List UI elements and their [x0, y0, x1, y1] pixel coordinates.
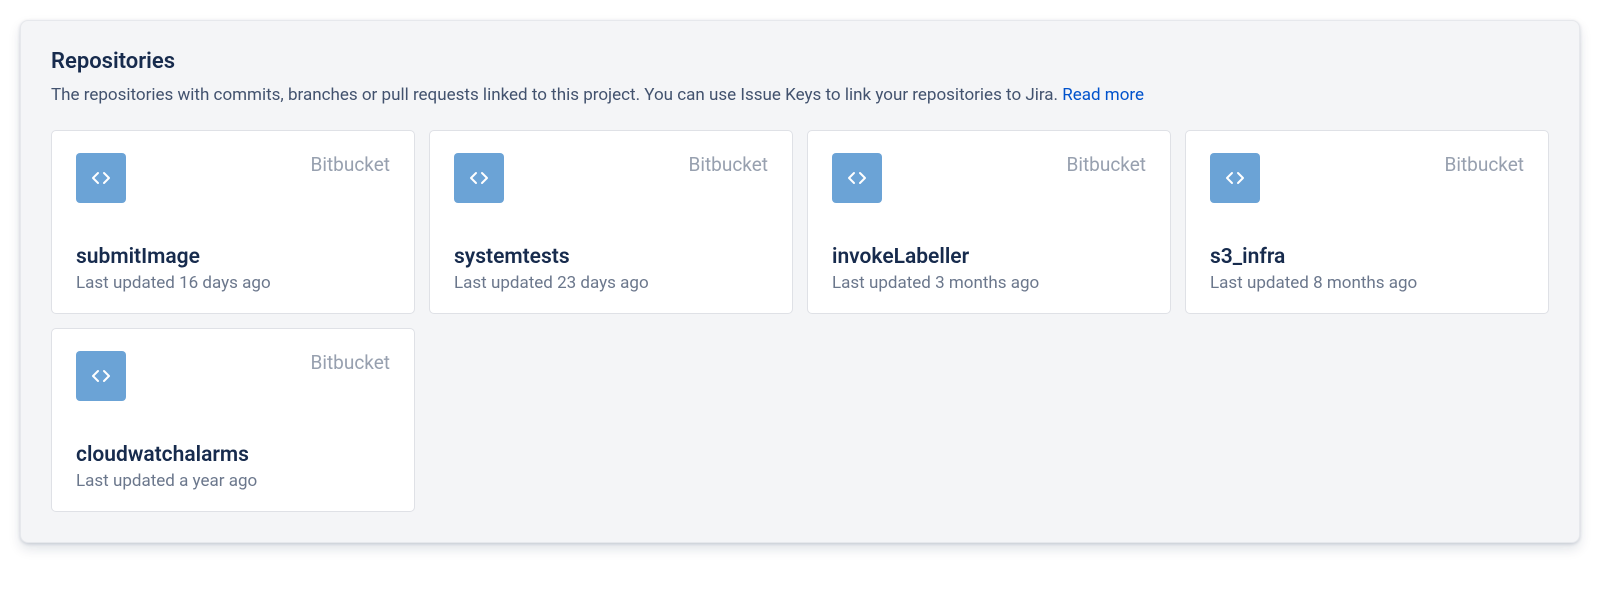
- code-icon: [454, 153, 504, 203]
- read-more-link[interactable]: Read more: [1062, 85, 1144, 105]
- repositories-grid: Bitbucket submitImage Last updated 16 da…: [51, 130, 1549, 512]
- repositories-panel: Repositories The repositories with commi…: [20, 20, 1580, 543]
- card-header: Bitbucket: [76, 351, 390, 401]
- repository-updated: Last updated 16 days ago: [76, 273, 390, 293]
- repository-updated: Last updated 3 months ago: [832, 273, 1146, 293]
- repository-card[interactable]: Bitbucket s3_infra Last updated 8 months…: [1185, 130, 1549, 314]
- panel-title: Repositories: [51, 49, 1549, 74]
- code-icon: [832, 153, 882, 203]
- repository-card[interactable]: Bitbucket invokeLabeller Last updated 3 …: [807, 130, 1171, 314]
- provider-label: Bitbucket: [1067, 153, 1147, 176]
- card-header: Bitbucket: [832, 153, 1146, 203]
- card-header: Bitbucket: [1210, 153, 1524, 203]
- card-header: Bitbucket: [454, 153, 768, 203]
- code-icon: [76, 153, 126, 203]
- repository-updated: Last updated 8 months ago: [1210, 273, 1524, 293]
- code-icon: [1210, 153, 1260, 203]
- provider-label: Bitbucket: [689, 153, 769, 176]
- code-icon: [76, 351, 126, 401]
- panel-description-text: The repositories with commits, branches …: [51, 85, 1062, 105]
- repository-card[interactable]: Bitbucket systemtests Last updated 23 da…: [429, 130, 793, 314]
- repository-name: s3_infra: [1210, 245, 1524, 269]
- repository-card[interactable]: Bitbucket cloudwatchalarms Last updated …: [51, 328, 415, 512]
- panel-description: The repositories with commits, branches …: [51, 84, 1549, 108]
- repository-card[interactable]: Bitbucket submitImage Last updated 16 da…: [51, 130, 415, 314]
- provider-label: Bitbucket: [311, 351, 391, 374]
- provider-label: Bitbucket: [1445, 153, 1525, 176]
- provider-label: Bitbucket: [311, 153, 391, 176]
- repository-updated: Last updated a year ago: [76, 471, 390, 491]
- repository-name: invokeLabeller: [832, 245, 1146, 269]
- card-header: Bitbucket: [76, 153, 390, 203]
- repository-updated: Last updated 23 days ago: [454, 273, 768, 293]
- repository-name: systemtests: [454, 245, 768, 269]
- repository-name: cloudwatchalarms: [76, 443, 390, 467]
- repository-name: submitImage: [76, 245, 390, 269]
